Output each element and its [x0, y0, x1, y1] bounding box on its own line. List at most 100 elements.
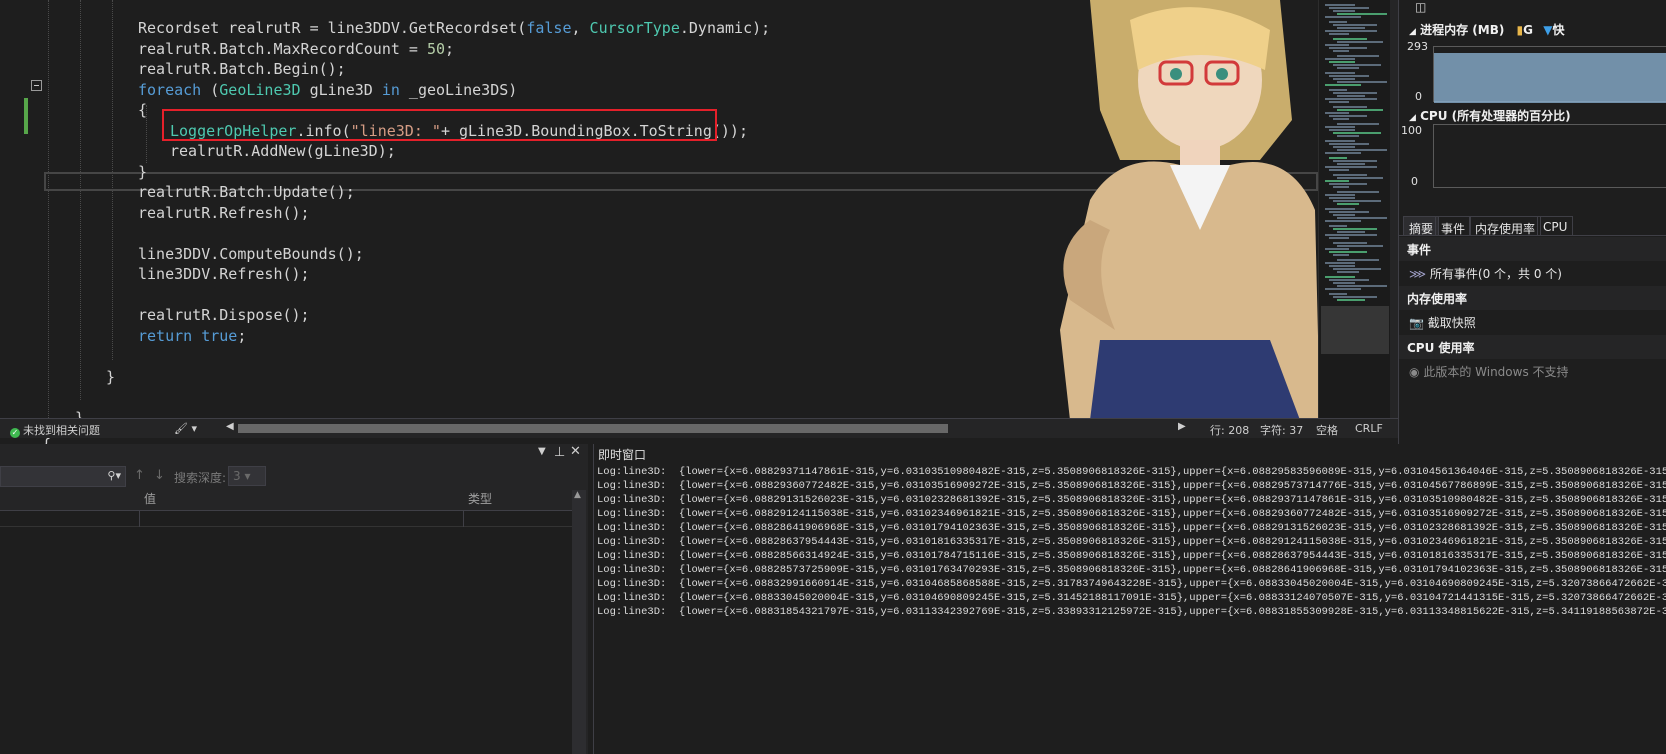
- editor-horizontal-scrollbar[interactable]: [228, 424, 1188, 433]
- cpu-section-header: CPU 使用率: [1399, 335, 1666, 359]
- minimap-line: [1325, 58, 1355, 60]
- all-events-link[interactable]: ⋙ 所有事件(0 个，共 0 个): [1409, 265, 1562, 282]
- minimap-line: [1325, 194, 1355, 196]
- minimap-line: [1329, 157, 1347, 159]
- tab-memory-usage[interactable]: 内存使用率: [1469, 216, 1542, 236]
- minimap-line: [1325, 208, 1355, 210]
- minimap-line: [1337, 109, 1383, 111]
- cpu-chart[interactable]: [1433, 124, 1666, 188]
- column-value[interactable]: 值: [144, 490, 156, 510]
- minimap-line: [1333, 132, 1381, 134]
- locals-grid[interactable]: [0, 510, 572, 754]
- char-number[interactable]: 字符: 37: [1260, 422, 1303, 438]
- panel-menu-icon[interactable]: ▼: [538, 446, 546, 457]
- minimap-line: [1333, 160, 1377, 162]
- minimap-line: [1325, 72, 1355, 74]
- log-line: Log:line3D: {lower={x=6.08833045020004E-…: [597, 592, 1666, 604]
- log-line: Log:line3D: {lower={x=6.08829124115038E-…: [597, 508, 1666, 520]
- close-icon[interactable]: ✕: [570, 444, 581, 459]
- minimap-line: [1337, 191, 1379, 193]
- locals-search-input[interactable]: ⚲▾: [0, 466, 126, 487]
- minimap-line: [1333, 92, 1377, 94]
- minimap-line: [1337, 123, 1379, 125]
- code-cleanup-icon[interactable]: 🖌 ▾: [174, 422, 197, 435]
- cpu-header[interactable]: ◢ CPU (所有处理器的百分比): [1409, 107, 1571, 124]
- editor-background-art: [1060, 0, 1320, 420]
- minimap-line: [1325, 248, 1349, 250]
- minimap-line: [1329, 129, 1355, 131]
- code-token: _geoLine3DS): [399, 80, 518, 99]
- code-minimap[interactable]: [1318, 0, 1390, 418]
- code-editor[interactable]: Recordset realrutR = line3DDV.GetRecords…: [0, 0, 1398, 444]
- immediate-output[interactable]: Log:line3D: {lower={x=6.08829371147861E-…: [597, 465, 1666, 619]
- record-icon: ◉: [1409, 365, 1420, 379]
- minimap-line: [1337, 271, 1359, 273]
- minimap-line: [1329, 265, 1355, 267]
- minimap-line: [1325, 16, 1361, 18]
- search-depth-select[interactable]: 3 ▾: [228, 466, 266, 486]
- search-next-icon[interactable]: ↓: [154, 468, 165, 483]
- minimap-line: [1333, 200, 1381, 202]
- minimap-line: [1329, 183, 1367, 185]
- minimap-line: [1337, 203, 1359, 205]
- minimap-line: [1329, 251, 1367, 253]
- editor-vertical-scrollbar[interactable]: [1390, 0, 1398, 418]
- cpu-unsupported-note: ◉ 此版本的 Windows 不支持: [1409, 365, 1569, 379]
- code-token: realrutR.Batch.Begin();: [138, 60, 346, 78]
- tab-events[interactable]: 事件: [1435, 216, 1472, 236]
- minimap-line: [1337, 27, 1365, 29]
- spacing-mode[interactable]: 空格: [1316, 422, 1338, 438]
- horizontal-scroll-thumb[interactable]: [238, 424, 948, 433]
- minimap-line: [1337, 231, 1365, 233]
- code-token: GeoLine3D: [219, 80, 301, 99]
- memory-chart[interactable]: [1433, 46, 1666, 103]
- minimap-line: [1333, 106, 1367, 108]
- events-icon: ⋙: [1409, 267, 1427, 281]
- minimap-line: [1325, 44, 1349, 46]
- scroll-right-icon[interactable]: ▶: [1178, 421, 1186, 432]
- panel-layout-icon[interactable]: ◫: [1415, 0, 1426, 14]
- immediate-window-title: 即时窗口: [598, 448, 647, 462]
- issues-indicator[interactable]: ✓ 未找到相关问题: [10, 422, 100, 438]
- tab-summary[interactable]: 摘要: [1403, 216, 1440, 236]
- minimap-line: [1329, 101, 1349, 103]
- table-row[interactable]: [0, 511, 572, 527]
- minimap-line: [1329, 237, 1349, 239]
- line-number[interactable]: 行: 208: [1210, 422, 1249, 438]
- minimap-line: [1333, 242, 1367, 244]
- minimap-viewport[interactable]: [1321, 306, 1389, 354]
- scroll-up-icon[interactable]: ▲: [574, 490, 581, 500]
- minimap-line: [1329, 143, 1369, 145]
- minimap-line: [1329, 115, 1367, 117]
- code-token: realrutR.Dispose();: [138, 306, 310, 324]
- code-token: realrutR.Batch.Update();: [138, 183, 355, 201]
- code-token: gLine3D: [300, 80, 382, 99]
- code-token: }: [138, 162, 148, 181]
- minimap-line: [1337, 285, 1387, 287]
- locals-vertical-scrollbar[interactable]: ▲: [572, 490, 586, 754]
- pin-icon[interactable]: ⊥: [554, 445, 565, 460]
- locals-search-row: ⚲▾ ↑ ↓ 搜索深度: 3 ▾: [0, 466, 588, 488]
- minimap-line: [1325, 84, 1361, 86]
- column-type[interactable]: 类型: [468, 490, 492, 510]
- minimap-line: [1329, 293, 1347, 295]
- minimap-line: [1337, 177, 1383, 179]
- search-icon[interactable]: ⚲▾: [107, 469, 121, 482]
- line-ending[interactable]: CRLF: [1355, 422, 1383, 435]
- log-line: Log:line3D: {lower={x=6.08829360772482E-…: [597, 480, 1666, 492]
- minimap-line: [1329, 75, 1369, 77]
- tab-cpu[interactable]: CPU: [1537, 216, 1574, 236]
- immediate-window[interactable]: 即时窗口 Log:line3D: {lower={x=6.08829371147…: [593, 444, 1666, 754]
- minimap-line: [1333, 146, 1355, 148]
- take-snapshot-button[interactable]: 📷 截取快照: [1409, 314, 1476, 331]
- code-token: Recordset realrutR = line3DDV.GetRecords…: [138, 19, 527, 37]
- diagnostic-tools-panel: ◫ ◢ 进程内存 (MB) ▮G ▼快 293 0 ◢ CPU (所有处理器的百…: [1398, 0, 1666, 444]
- minimap-line: [1329, 169, 1349, 171]
- search-previous-icon[interactable]: ↑: [134, 468, 145, 483]
- memory-header[interactable]: ◢ 进程内存 (MB) ▮G ▼快: [1409, 21, 1564, 38]
- minimap-line: [1325, 262, 1355, 264]
- code-token: true: [201, 326, 238, 345]
- minimap-line: [1329, 89, 1347, 91]
- memory-section-header: 内存使用率: [1399, 286, 1666, 310]
- log-line: Log:line3D: {lower={x=6.08829131526023E-…: [597, 494, 1666, 506]
